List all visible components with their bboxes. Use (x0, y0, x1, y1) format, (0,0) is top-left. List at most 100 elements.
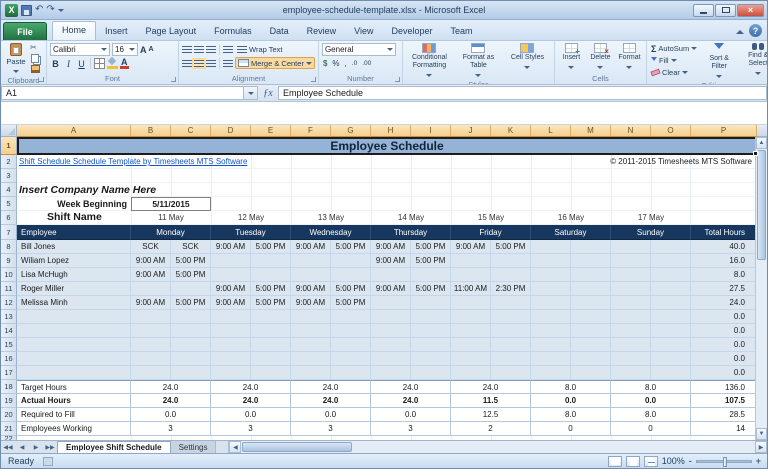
company-name-text[interactable]: Insert Company Name Here (19, 184, 156, 196)
shift-cell[interactable] (531, 254, 571, 268)
shift-cell[interactable] (531, 282, 571, 296)
summary-label-cell[interactable]: Target Hours (17, 380, 131, 394)
copy-icon[interactable] (31, 54, 39, 63)
shift-cell[interactable] (611, 324, 651, 338)
row-header[interactable]: 16 (1, 352, 17, 366)
summary-day-cell[interactable]: 24.0 (371, 394, 451, 408)
first-sheet-icon[interactable]: ◀◀ (1, 441, 15, 453)
number-format-combo[interactable]: General (322, 43, 396, 56)
shift-cell[interactable] (491, 366, 531, 380)
delete-cells-button[interactable]: × Delete (587, 43, 614, 72)
shift-cell[interactable]: SCK (171, 240, 211, 254)
shift-cell[interactable]: 9:00 AM (211, 282, 251, 296)
shift-cell[interactable] (251, 366, 291, 380)
summary-day-cell[interactable]: 24.0 (371, 380, 451, 394)
next-sheet-icon[interactable]: ▶ (29, 441, 43, 453)
row-header[interactable]: 6 (1, 211, 17, 225)
day-header-cell[interactable]: Friday (451, 225, 531, 240)
shift-cell[interactable]: 9:00 AM (371, 282, 411, 296)
merge-center-button[interactable]: Merge & Center (235, 57, 315, 69)
column-header[interactable]: B (131, 125, 171, 137)
shift-cell[interactable] (491, 268, 531, 282)
row-header[interactable]: 3 (1, 169, 17, 183)
clear-button[interactable]: Clear (650, 67, 698, 78)
column-header[interactable]: D (211, 125, 251, 137)
fill-button[interactable]: Fill (650, 55, 698, 66)
shift-cell[interactable] (291, 254, 331, 268)
format-as-table-button[interactable]: Format as Table (455, 43, 502, 80)
summary-day-cell[interactable]: 3 (131, 422, 211, 436)
shift-cell[interactable] (371, 352, 411, 366)
summary-day-cell[interactable]: 24.0 (291, 394, 371, 408)
shift-cell[interactable] (571, 352, 611, 366)
insert-cells-button[interactable]: + Insert (558, 43, 585, 72)
summary-day-cell[interactable]: 0 (531, 422, 611, 436)
column-header[interactable]: I (411, 125, 451, 137)
shift-cell[interactable] (371, 366, 411, 380)
scroll-right-icon[interactable]: ▶ (755, 441, 767, 453)
employee-name-cell[interactable]: Roger Miller (17, 282, 131, 296)
shift-cell[interactable] (251, 254, 291, 268)
row-header[interactable]: 2 (1, 155, 17, 169)
shift-cell[interactable] (171, 352, 211, 366)
shift-cell[interactable]: 9:00 AM (291, 296, 331, 310)
decrease-decimal-icon[interactable]: .00 (361, 58, 372, 69)
shift-cell[interactable] (611, 310, 651, 324)
scroll-up-icon[interactable]: ▲ (756, 137, 767, 149)
shift-cell[interactable] (651, 310, 691, 324)
shift-cell[interactable] (651, 282, 691, 296)
date-cell[interactable]: 15 May (451, 211, 531, 224)
zoom-out-icon[interactable]: - (689, 456, 692, 466)
horizontal-scroll-track[interactable] (353, 441, 755, 453)
total-hours-cell[interactable]: 0.0 (691, 352, 757, 366)
cut-icon[interactable]: ✂ (30, 44, 40, 52)
vertical-scroll-thumb[interactable] (757, 150, 766, 260)
shift-cell[interactable] (131, 366, 171, 380)
shift-cell[interactable] (531, 366, 571, 380)
shift-cell[interactable] (571, 282, 611, 296)
summary-label-cell[interactable]: Actual Hours (17, 394, 131, 408)
row-header[interactable]: 5 (1, 197, 17, 211)
ribbon-tab[interactable]: Developer (382, 23, 441, 40)
shift-cell[interactable]: 9:00 AM (131, 254, 171, 268)
shift-cell[interactable] (651, 240, 691, 254)
day-header-cell[interactable]: Tuesday (211, 225, 291, 240)
shift-cell[interactable] (251, 310, 291, 324)
total-hours-cell[interactable]: 24.0 (691, 296, 757, 310)
shift-cell[interactable]: 9:00 AM (291, 282, 331, 296)
shift-cell[interactable]: 5:00 PM (171, 254, 211, 268)
summary-day-cell[interactable]: 8.0 (531, 380, 611, 394)
insert-worksheet-button[interactable] (216, 441, 228, 453)
summary-day-cell[interactable]: 0.0 (291, 408, 371, 422)
conditional-formatting-button[interactable]: Conditional Formatting (406, 43, 453, 80)
summary-day-cell[interactable]: 24.0 (131, 380, 211, 394)
summary-total-cell[interactable]: 28.5 (691, 408, 757, 422)
summary-day-cell[interactable]: 3 (291, 422, 371, 436)
ribbon-tab[interactable]: View (345, 23, 382, 40)
excel-logo-icon[interactable]: X (5, 4, 18, 17)
shift-cell[interactable] (131, 282, 171, 296)
row-header[interactable]: 14 (1, 324, 17, 338)
file-tab[interactable]: File (3, 22, 47, 40)
previous-sheet-icon[interactable]: ◀ (15, 441, 29, 453)
shift-cell[interactable] (211, 324, 251, 338)
shift-cell[interactable] (531, 268, 571, 282)
employee-header-cell[interactable]: Employee (17, 225, 131, 240)
shift-cell[interactable]: 9:00 AM (451, 240, 491, 254)
shift-cell[interactable] (651, 352, 691, 366)
ribbon-tab[interactable]: Team (442, 23, 482, 40)
shrink-font-icon[interactable]: A (149, 46, 154, 53)
shift-cell[interactable] (411, 296, 451, 310)
dialog-launcher-icon[interactable] (39, 77, 44, 82)
shift-cell[interactable] (571, 254, 611, 268)
maximize-button[interactable] (715, 4, 736, 17)
employee-name-cell[interactable] (17, 366, 131, 380)
shift-cell[interactable] (571, 268, 611, 282)
shift-cell[interactable] (611, 352, 651, 366)
column-header[interactable]: L (531, 125, 571, 137)
summary-label-cell[interactable]: Required to Fill (17, 408, 131, 422)
shift-cell[interactable]: 9:00 AM (131, 268, 171, 282)
day-header-cell[interactable]: Sunday (611, 225, 691, 240)
column-header[interactable]: J (451, 125, 491, 137)
row-header[interactable]: 11 (1, 282, 17, 296)
